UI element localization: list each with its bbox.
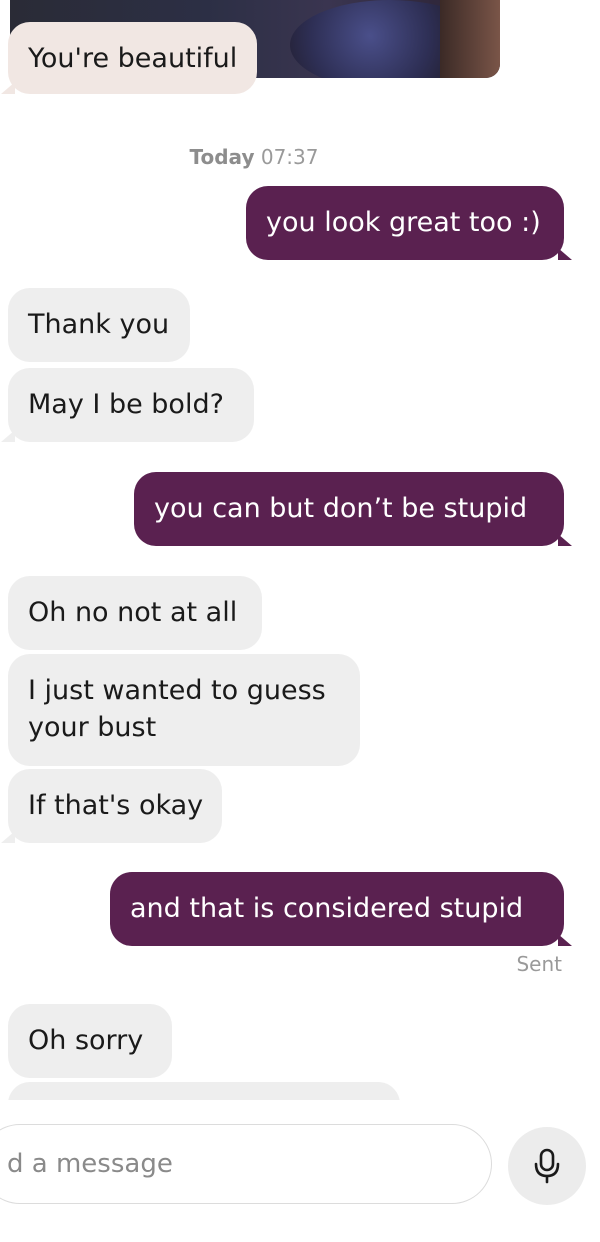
message-text: and that is considered stupid (130, 893, 524, 924)
chat-thread: You're beautiful Today 07:37 you look gr… (0, 0, 600, 1100)
timestamp-time: 07:37 (260, 145, 319, 169)
incoming-message[interactable]: Oh no not at all (8, 576, 262, 650)
message-text: you look great too :) (266, 207, 541, 238)
incoming-message[interactable]: Oh sorry (8, 1004, 172, 1078)
outgoing-message[interactable]: you look great too :) (246, 186, 572, 260)
message-text: You're beautiful (28, 43, 238, 74)
outgoing-message[interactable]: and that is considered stupid (110, 872, 572, 946)
outgoing-message[interactable]: you can but don’t be stupid (134, 472, 572, 546)
message-text-line: I just wanted to guess (28, 675, 326, 706)
message-text: Oh sorry (28, 1025, 144, 1056)
message-text-line: your bust (28, 712, 157, 743)
incoming-message-partial[interactable] (8, 1082, 400, 1100)
delivery-status: Sent (516, 952, 562, 976)
microphone-icon (534, 1148, 560, 1184)
message-composer (0, 1100, 600, 1242)
incoming-message[interactable]: Thank you (8, 288, 190, 362)
message-text: Oh no not at all (28, 597, 238, 628)
incoming-message-multiline[interactable]: I just wanted to guess your bust (8, 654, 360, 766)
timestamp-day: Today (189, 145, 255, 169)
message-text: Thank you (28, 309, 170, 340)
message-text: May I be bold? (28, 389, 224, 420)
incoming-message[interactable]: If that's okay (1, 769, 222, 843)
date-separator: Today 07:37 (0, 145, 508, 169)
photo-skin (440, 0, 500, 78)
microphone-button[interactable] (508, 1127, 586, 1205)
message-text: you can but don’t be stupid (154, 493, 528, 524)
message-text: If that's okay (28, 790, 204, 821)
message-input[interactable] (0, 1124, 492, 1204)
incoming-message[interactable]: May I be bold? (1, 368, 254, 442)
incoming-message[interactable]: You're beautiful (0, 22, 258, 94)
